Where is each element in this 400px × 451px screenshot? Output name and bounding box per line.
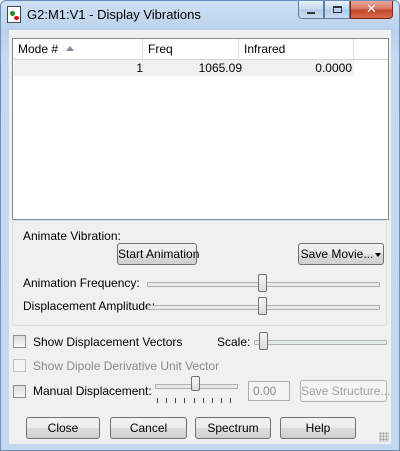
show-dipole-checkbox[interactable]: [13, 359, 26, 372]
show-displacement-vectors-label[interactable]: Show Displacement Vectors: [33, 335, 182, 349]
animate-vibration-label: Animate Vibration:: [23, 229, 121, 243]
display-vibrations-window: G2:M1:V1 - Display Vibrations ✕ Mode # F…: [0, 0, 400, 451]
close-button[interactable]: Close: [26, 417, 100, 439]
vibration-modes-table[interactable]: Mode # Freq Infrared 1 1065.09 0.0000: [12, 38, 389, 220]
show-dipole-label: Show Dipole Derivative Unit Vector: [33, 359, 220, 373]
spectrum-button[interactable]: Spectrum: [195, 417, 271, 439]
show-displacement-vectors-checkbox[interactable]: [13, 335, 26, 348]
table-header: Mode # Freq Infrared: [13, 39, 388, 60]
start-animation-button[interactable]: Start Animation: [117, 243, 199, 265]
window-title: G2:M1:V1 - Display Vibrations: [27, 7, 201, 22]
chevron-down-icon: [375, 252, 382, 257]
cancel-button[interactable]: Cancel: [110, 417, 187, 439]
slider-tick: [230, 398, 231, 403]
column-header-label: Mode #: [18, 42, 59, 56]
displacement-amplitude-slider[interactable]: [258, 297, 267, 315]
minimize-icon: [307, 11, 315, 14]
animate-vibration-group: Animate Vibration: Start Animation Save …: [12, 220, 387, 326]
slider-tick: [184, 398, 185, 403]
table-row[interactable]: 1 1065.09 0.0000: [14, 60, 354, 76]
molecule-document-icon[interactable]: [7, 6, 21, 23]
maximize-button[interactable]: [324, 1, 350, 19]
manual-displacement-checkbox[interactable]: [13, 385, 26, 398]
manual-displacement-value[interactable]: 0.00: [248, 381, 290, 401]
column-header-freq[interactable]: Freq: [143, 39, 239, 59]
close-window-button[interactable]: ✕: [350, 1, 393, 19]
animation-frequency-slider[interactable]: [258, 274, 267, 292]
window-controls: ✕: [298, 1, 393, 20]
manual-displacement-slider[interactable]: [191, 376, 200, 391]
maximize-icon: [332, 6, 342, 13]
save-movie-button[interactable]: Save Movie...: [298, 243, 384, 265]
slider-tick: [175, 398, 176, 403]
animation-frequency-label: Animation Frequency:: [23, 276, 140, 290]
scale-slider[interactable]: [259, 332, 268, 350]
sort-ascending-icon: [66, 46, 74, 51]
cell-mode: 1: [136, 61, 143, 75]
scale-label: Scale:: [217, 335, 251, 349]
slider-tick: [212, 398, 213, 403]
cell-freq: 1065.09: [198, 61, 242, 75]
slider-tick: [157, 398, 158, 403]
minimize-button[interactable]: [298, 1, 324, 19]
scale-track[interactable]: [254, 340, 387, 345]
cell-infrared: 0.0000: [315, 61, 352, 75]
close-icon: ✕: [366, 2, 377, 17]
column-header-label: Infrared: [244, 42, 286, 56]
displacement-amplitude-label: Displacement Amplitude:: [23, 299, 156, 313]
help-button[interactable]: Help: [280, 417, 356, 439]
dialog-body: Mode # Freq Infrared 1 1065.09 0.0000 An…: [9, 30, 391, 444]
save-structure-button[interactable]: Save Structure...: [300, 380, 390, 402]
column-header-mode[interactable]: Mode #: [13, 39, 143, 59]
slider-tick: [194, 398, 195, 403]
manual-displacement-label[interactable]: Manual Displacement:: [33, 384, 152, 398]
slider-tick: [166, 398, 167, 403]
title-bar[interactable]: G2:M1:V1 - Display Vibrations ✕: [1, 1, 399, 29]
resize-grip-icon[interactable]: [379, 432, 389, 442]
save-movie-label: Save Movie...: [300, 247, 374, 261]
slider-tick: [203, 398, 204, 403]
slider-tick: [221, 398, 222, 403]
column-header-label: Freq: [148, 42, 173, 56]
column-header-infrared[interactable]: Infrared: [239, 39, 354, 59]
